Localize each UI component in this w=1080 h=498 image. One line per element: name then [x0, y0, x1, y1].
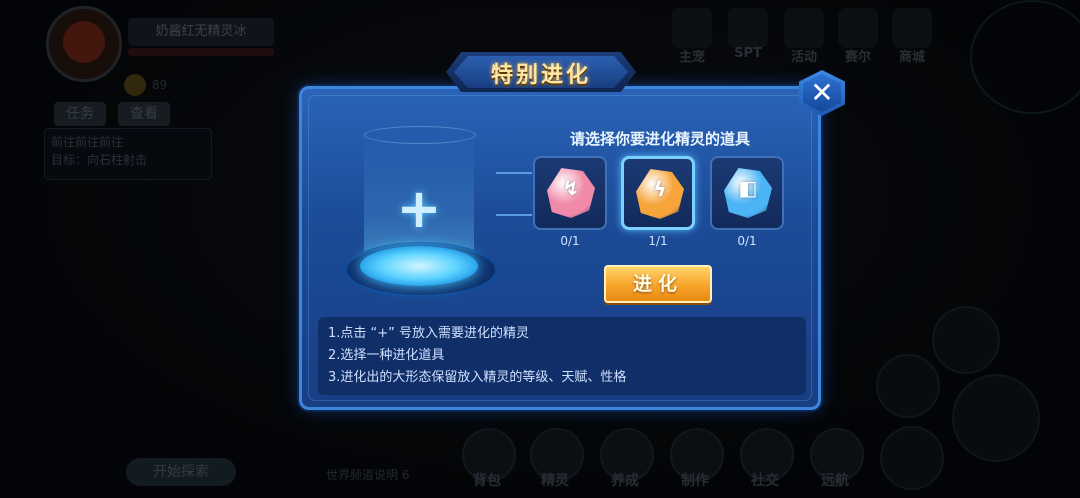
title-plate: 特别进化 — [446, 52, 636, 92]
instruction-line: 3.进化出的大形态保留放入精灵的等级、天赋、性格 — [328, 370, 627, 385]
pink-stone-glyph: ↯ — [562, 176, 580, 200]
orange-stone-glyph: ϟ — [653, 177, 667, 201]
add-spirit-plus-icon[interactable]: + — [394, 182, 444, 236]
connector-line — [496, 172, 532, 174]
evolve-button[interactable]: 进化 — [604, 265, 712, 303]
light-beam-rim — [364, 126, 476, 144]
item-count: 0/1 — [737, 234, 757, 248]
spirit-slot[interactable]: + — [340, 120, 498, 300]
evolution-item-orange-stone[interactable]: ϟ — [621, 156, 695, 230]
instructions-panel: 1.点击 “+” 号放入需要进化的精灵 2.选择一种进化道具 3.进化出的大形态… — [318, 317, 806, 395]
item-count: 1/1 — [648, 234, 668, 248]
instruction-line: 2.选择一种进化道具 — [328, 348, 445, 363]
dialog-title: 特别进化 — [490, 63, 591, 88]
blue-stone-glyph: ◧ — [738, 176, 758, 200]
instruction-line: 1.点击 “+” 号放入需要进化的精灵 — [328, 326, 530, 341]
evolution-item-pink-stone[interactable]: ↯ — [533, 156, 607, 230]
close-icon: ✕ — [803, 74, 841, 112]
evolution-item-blue-stone[interactable]: ◧ — [710, 156, 784, 230]
item-select-prompt: 请选择你要进化精灵的道具 — [569, 130, 750, 148]
platform-glow — [360, 246, 478, 286]
item-count: 0/1 — [560, 234, 580, 248]
connector-line — [496, 214, 532, 216]
